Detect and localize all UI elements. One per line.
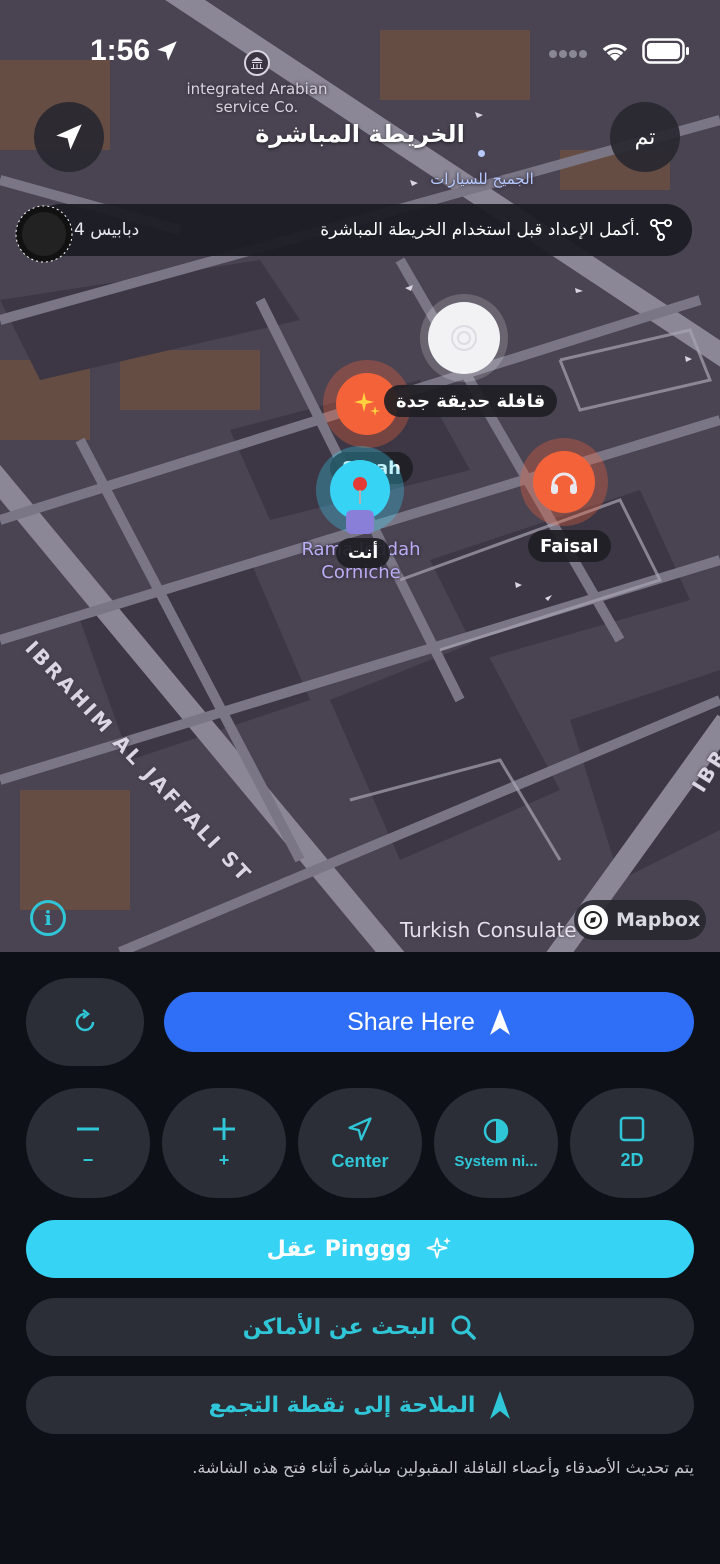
minus-icon [77, 1127, 99, 1130]
sparkles-icon [354, 392, 380, 416]
poi-consulate-label: Turkish Consulate [400, 918, 577, 942]
info-icon[interactable]: i [30, 900, 66, 936]
cellular-dots-icon [548, 44, 588, 63]
view-2d-button[interactable]: 2D [570, 1088, 694, 1198]
location-services-icon [154, 38, 180, 68]
search-places-label: البحث عن الأماكن [242, 1314, 436, 1340]
ping-label: عقل Pinggg [266, 1236, 412, 1262]
search-places-button[interactable]: البحث عن الأماكن [26, 1298, 694, 1356]
pins-count: 4 دبابيس [74, 220, 140, 240]
refresh-icon [75, 1009, 95, 1032]
poi-place-icon [346, 510, 374, 534]
setup-message-text: أكمل الإعداد قبل استخدام الخريطة المباشر… [320, 220, 640, 240]
wifi-icon [600, 39, 630, 67]
poi-company-icon [244, 50, 270, 76]
caravan-name-label: قافلة حديقة جدة [384, 385, 558, 417]
done-button[interactable]: تم [610, 102, 680, 172]
sparkles-icon [427, 1237, 452, 1259]
mapbox-logo-icon [578, 905, 608, 935]
location-arrow-icon [348, 1116, 372, 1141]
caravan-marker[interactable] [428, 302, 500, 374]
share-here-button[interactable]: Share Here [164, 992, 694, 1052]
setup-message: أكمل الإعداد قبل استخدام الخريطة المباشر… [320, 219, 672, 241]
battery-icon [642, 38, 690, 68]
refresh-button[interactable] [26, 978, 144, 1066]
navigate-to-meetup-label: الملاحة إلى نقطة التجمع [208, 1392, 476, 1418]
zoom-out-button[interactable]: − [26, 1088, 150, 1198]
mapbox-attribution[interactable]: Mapbox [574, 900, 706, 940]
center-button[interactable]: Center [298, 1088, 422, 1198]
faisal-marker[interactable] [533, 451, 595, 513]
square-icon [619, 1116, 645, 1141]
navigate-location-button[interactable] [34, 102, 104, 172]
status-icons [548, 38, 690, 68]
done-label: تم [634, 124, 656, 150]
zoom-out-label: − [82, 1149, 94, 1170]
pin-icon [353, 477, 367, 504]
me-name-label: أنت [336, 538, 391, 568]
page-title: الخريطة المباشرة [255, 120, 465, 148]
faisal-name-label: Faisal [528, 530, 611, 562]
theme-label: System ni... [454, 1152, 538, 1170]
live-map[interactable]: 1:56 integrated Arabian service Co. الجم… [0, 0, 720, 952]
compass-dial [14, 204, 74, 264]
theme-icon [483, 1118, 509, 1143]
poi-company-label: integrated Arabian service Co. [186, 80, 328, 116]
center-label: Center [331, 1150, 389, 1171]
navigate-to-meetup-button[interactable]: الملاحة إلى نقطة التجمع [26, 1376, 694, 1434]
plus-icon [213, 1117, 235, 1140]
theme-button[interactable]: System ni... [434, 1088, 558, 1198]
share-here-label: Share Here [347, 1007, 475, 1036]
setup-banner[interactable]: 4 دبابيس أكمل الإعداد قبل استخدام الخريط… [34, 204, 692, 256]
route-nodes-icon [650, 219, 672, 241]
bottom-panel: Share Here − + Center System ni... 2D عق… [0, 952, 720, 1564]
mapbox-label: Mapbox [616, 909, 701, 931]
zoom-in-button[interactable]: + [162, 1088, 286, 1198]
target-icon [451, 325, 477, 351]
zoom-in-label: + [218, 1149, 230, 1170]
location-arrow-icon [56, 124, 82, 150]
navigation-arrow-icon [489, 1009, 510, 1035]
status-time: 1:56 [90, 34, 151, 67]
ping-button[interactable]: عقل Pinggg [26, 1220, 694, 1278]
poi-dot [478, 150, 485, 157]
poi-cars-label: الجميح للسيارات [430, 170, 534, 188]
view-2d-label: 2D [620, 1149, 644, 1170]
headphones-icon [551, 472, 577, 494]
navigation-arrow-icon [490, 1391, 511, 1419]
footer-note: يتم تحديث الأصدقاء وأعضاء القافلة المقبو… [192, 1458, 694, 1477]
search-icon [451, 1315, 476, 1340]
